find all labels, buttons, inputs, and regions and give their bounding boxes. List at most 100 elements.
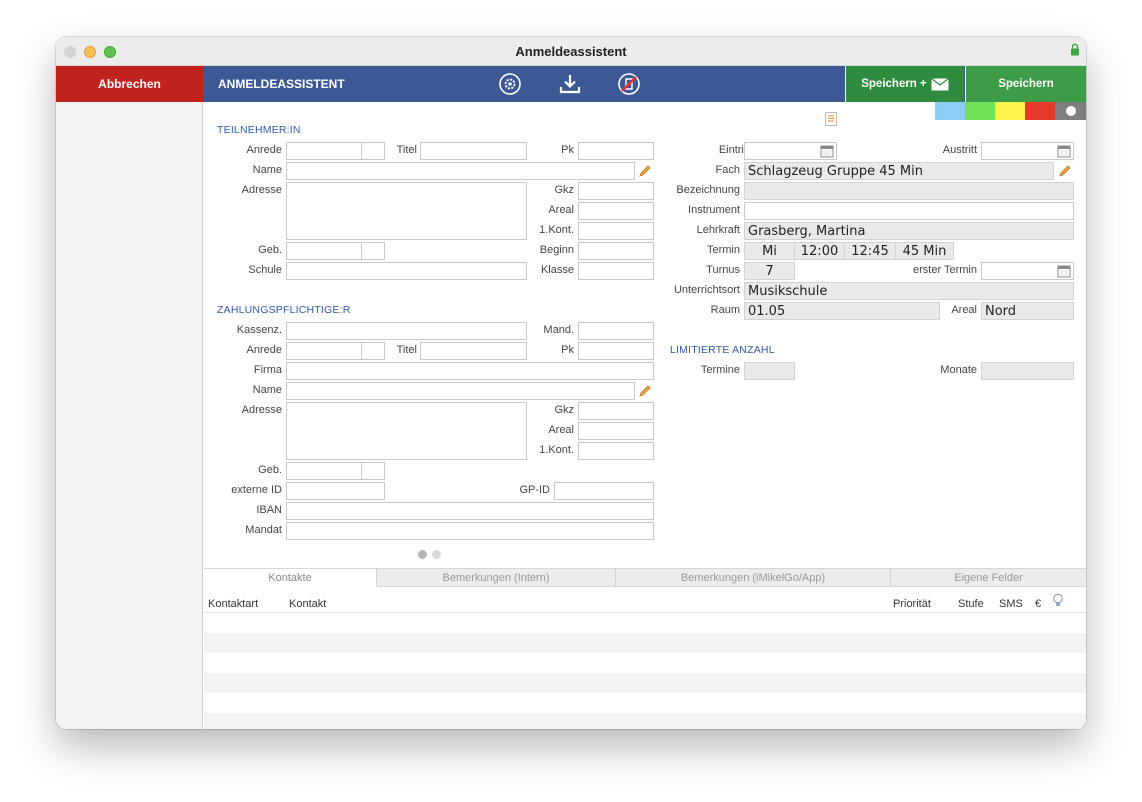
lightbulb-icon[interactable] [1052,593,1064,608]
termin-day-field[interactable]: Mi [744,242,795,260]
color-swatch-yellow[interactable] [995,102,1025,120]
tab-bemerkungen-app[interactable]: Bemerkungen (iMikelGo/App) [616,569,891,587]
label-erster-termin: erster Termin [913,264,977,276]
name-field[interactable] [286,162,635,180]
label-pk: Pk [561,144,574,156]
pk-field[interactable] [578,142,654,160]
settings-icon[interactable] [498,72,522,96]
label-mand: Mand. [543,324,574,336]
lehrkraft-field[interactable]: Grasberg, Martina [744,222,1074,240]
label-iban: IBAN [256,504,282,516]
payer-adresse-field[interactable] [286,402,527,460]
toolbar: Abbrechen ANMELDEASSISTENT Speichern + S… [56,66,1086,102]
col-kontakt[interactable]: Kontakt [289,598,326,610]
mandat-field[interactable] [286,522,654,540]
payer-pk-field[interactable] [578,342,654,360]
label-gkz: Gkz [554,184,574,196]
payer-gkz-field[interactable] [578,402,654,420]
monate-field[interactable] [981,362,1074,380]
col-sms[interactable]: SMS [999,598,1023,610]
cancel-button[interactable]: Abbrechen [56,66,203,102]
anrede-extra-field[interactable] [361,142,385,160]
download-icon[interactable] [558,72,582,96]
pencil-icon[interactable] [638,384,652,398]
lock-icon[interactable] [1070,43,1080,56]
list-row[interactable] [204,673,1086,693]
instrument-field[interactable] [744,202,1074,220]
schule-field[interactable] [286,262,527,280]
termin-start-field[interactable]: 12:00 [794,242,845,260]
beginn-field[interactable] [578,242,654,260]
col-kontaktart[interactable]: Kontaktart [208,598,258,610]
tab-eigene-felder[interactable]: Eigene Felder [891,569,1086,587]
externe-id-field[interactable] [286,482,385,500]
termine-field[interactable] [744,362,795,380]
tab-kontakte[interactable]: Kontakte [204,569,377,587]
label-payer-pk: Pk [561,344,574,356]
mand-field[interactable] [578,322,654,340]
gkz-field[interactable] [578,182,654,200]
adresse-field[interactable] [286,182,527,240]
payer-section-title: ZAHLUNGSPFLICHTIGE:R [217,304,351,316]
calendar-icon[interactable] [820,144,834,158]
payer-anrede-extra-field[interactable] [361,342,385,360]
geb-field[interactable] [286,242,362,260]
list-row[interactable] [204,613,1086,633]
kassenz-field[interactable] [286,322,527,340]
kont-field[interactable] [578,222,654,240]
klasse-field[interactable] [578,262,654,280]
col-euro[interactable]: € [1035,598,1041,610]
color-swatch-blue[interactable] [935,102,965,120]
payer-anrede-field[interactable] [286,342,362,360]
list-row[interactable] [204,633,1086,653]
payer-geb-field[interactable] [286,462,362,480]
geb-extra-field[interactable] [361,242,385,260]
label-payer-anrede: Anrede [246,344,282,356]
payer-kont-field[interactable] [578,442,654,460]
calendar-icon[interactable] [1057,144,1071,158]
pencil-icon[interactable] [1058,164,1072,178]
label-mandat: Mandat [245,524,282,536]
calendar-icon[interactable] [1057,264,1071,278]
gp-id-field[interactable] [554,482,654,500]
tab-bemerkungen-intern[interactable]: Bemerkungen (Intern) [377,569,616,587]
iban-field[interactable] [286,502,654,520]
label-firma: Firma [253,364,282,376]
termin-end-field[interactable]: 12:45 [844,242,896,260]
col-prioritaet[interactable]: Priorität [893,598,931,610]
fach-field[interactable]: Schlagzeug Gruppe 45 Min [744,162,1054,180]
payer-areal-field[interactable] [578,422,654,440]
no-sync-icon[interactable] [617,72,641,96]
payer-titel-field[interactable] [420,342,527,360]
pencil-icon[interactable] [638,164,652,178]
list-row[interactable] [204,693,1086,713]
label-payer-kont: 1.Kont. [539,444,574,456]
page-dot-active[interactable] [418,550,427,559]
list-row[interactable] [204,653,1086,673]
unterrichtsort-field[interactable]: Musikschule [744,282,1074,300]
course-areal-field[interactable]: Nord [981,302,1074,320]
anrede-field[interactable] [286,142,362,160]
page-dot[interactable] [432,550,441,559]
color-swatch-gray[interactable] [1055,102,1086,120]
limited-section-title: LIMITIERTE ANZAHL [670,344,775,356]
col-stufe[interactable]: Stufe [958,598,984,610]
color-swatch-red[interactable] [1025,102,1055,120]
firma-field[interactable] [286,362,654,380]
turnus-field[interactable]: 7 [744,262,795,280]
raum-field[interactable]: 01.05 [744,302,940,320]
payer-name-field[interactable] [286,382,635,400]
termin-duration-field[interactable]: 45 Min [895,242,954,260]
titel-field[interactable] [420,142,527,160]
save-and-mail-label: Speichern + [861,78,927,90]
label-externe-id: externe ID [231,484,282,496]
areal-field[interactable] [578,202,654,220]
payer-geb-extra-field[interactable] [361,462,385,480]
save-and-mail-button[interactable]: Speichern + [845,66,964,102]
document-icon[interactable] [825,112,837,126]
color-swatch-green[interactable] [965,102,995,120]
list-row[interactable] [204,713,1086,729]
bezeichnung-field[interactable] [744,182,1074,200]
main-content: TEILNEHMER:IN Anrede Titel Pk Name Adres… [204,102,1086,729]
save-button[interactable]: Speichern [965,66,1086,102]
